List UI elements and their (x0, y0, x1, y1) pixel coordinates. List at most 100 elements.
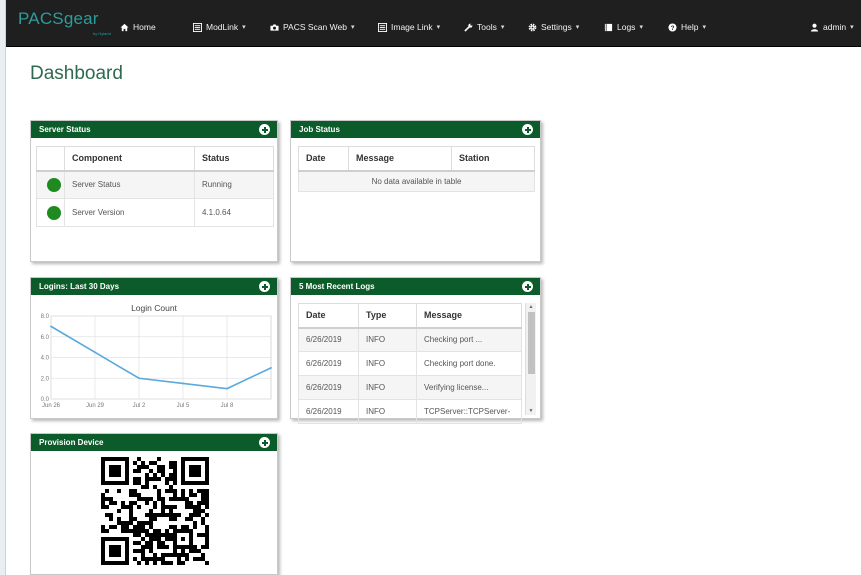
recent-logs-table: Date Type Message 6/26/2019 INFO Checkin… (298, 303, 522, 424)
nav-modlink[interactable]: ModLink ▾ (193, 22, 246, 32)
scroll-up-arrow-icon[interactable]: ▲ (526, 304, 536, 310)
log-message-cell: Checking port ... (416, 327, 522, 352)
nav-image-link[interactable]: Image Link ▾ (378, 22, 440, 32)
chevron-down-icon: ▾ (500, 24, 505, 31)
expand-plus-icon[interactable] (522, 281, 533, 292)
provision-device-title: Provision Device (39, 438, 104, 447)
nav-admin-label: admin (823, 22, 847, 32)
list-icon (193, 22, 202, 32)
log-message-cell: Verifying license... (416, 375, 522, 400)
table-row: No data available in table (298, 170, 535, 192)
chart-data-point (138, 377, 140, 380)
log-type-cell: INFO (358, 375, 417, 400)
nav-tools[interactable]: Tools ▾ (464, 22, 504, 32)
table-row[interactable]: 6/26/2019 INFO Checking port done. (298, 351, 522, 376)
table-row[interactable]: 6/26/2019 INFO TCPServer::TCPServer- (298, 399, 522, 424)
logins-title: Logins: Last 30 Days (39, 282, 120, 291)
status-ok-dot-icon (47, 178, 61, 193)
brand-logo[interactable]: PACSgear (18, 9, 99, 29)
page-title: Dashboard (30, 63, 123, 84)
provision-device-panel: Provision Device (30, 433, 278, 575)
status-cell: 4.1.0.64 (194, 198, 274, 227)
table-row[interactable]: Server Status Running (36, 170, 274, 199)
expand-plus-icon[interactable] (259, 124, 270, 135)
server-status-title: Server Status (39, 125, 91, 134)
chart-x-tick-label: Jul 2 (133, 403, 146, 409)
nav-admin-user[interactable]: admin ▾ (810, 22, 854, 32)
top-navbar: PACSgear by Hyland Home ModLink ▾ PACS S… (6, 0, 861, 47)
status-ok-dot-icon (47, 206, 61, 220)
scrollbar-thumb[interactable] (528, 312, 535, 374)
server-status-panel: Server Status Component Status Server St… (30, 120, 278, 262)
svg-text:?: ? (671, 25, 675, 32)
chart-x-tick-label: Jun 29 (86, 403, 105, 409)
logins-panel: Logins: Last 30 Days Login Count 0.0 2.0 4… (30, 277, 278, 419)
chart-x-tick-label: Jul 8 (221, 403, 234, 409)
scroll-down-arrow-icon[interactable]: ▼ (526, 408, 536, 414)
chart-x-tick-label: Jun 26 (42, 403, 61, 409)
chart-y-tick-label: 8.0 (41, 314, 50, 320)
log-date-cell: 6/26/2019 (298, 351, 359, 376)
chart-data-point (270, 366, 272, 369)
table-row[interactable]: 6/26/2019 INFO Checking port ... (298, 327, 522, 352)
log-date-cell: 6/26/2019 (298, 399, 359, 424)
home-icon (120, 23, 129, 31)
column-header-indicator[interactable] (36, 146, 65, 172)
chevron-down-icon: ▾ (436, 24, 441, 31)
chart-y-tick-label: 2.0 (41, 376, 50, 382)
chevron-down-icon: ▾ (350, 24, 355, 31)
nav-help-label: Help (681, 22, 699, 32)
nav-pacs-scan-web[interactable]: PACS Scan Web ▾ (270, 22, 354, 32)
column-header-type[interactable]: Type (358, 303, 417, 329)
brand-tagline: by Hyland (93, 31, 111, 36)
expand-plus-icon[interactable] (259, 437, 270, 448)
table-row[interactable]: 6/26/2019 INFO Verifying license... (298, 375, 522, 400)
nav-image-link-label: Image Link (391, 22, 433, 32)
nav-modlink-label: ModLink (206, 22, 239, 32)
expand-plus-icon[interactable] (259, 281, 270, 292)
list-icon (378, 22, 387, 32)
empty-table-message: No data available in table (298, 170, 535, 192)
chart-data-point (94, 351, 96, 354)
qr-code-image (101, 457, 209, 565)
wrench-icon (464, 23, 473, 32)
column-header-station[interactable]: Station (451, 146, 535, 172)
expand-plus-icon[interactable] (522, 124, 533, 135)
logins-header: Logins: Last 30 Days (31, 278, 277, 295)
column-header-message[interactable]: Message (416, 303, 522, 329)
column-header-component[interactable]: Component (64, 146, 195, 172)
chart-x-tick-label: Jul 5 (177, 403, 190, 409)
server-status-header: Server Status (31, 121, 277, 138)
job-status-panel: Job Status Date Message Station No data … (290, 120, 541, 262)
column-header-status[interactable]: Status (194, 146, 274, 172)
chart-y-tick-label: 6.0 (41, 335, 50, 341)
provision-device-header: Provision Device (31, 434, 277, 451)
chart-y-tick-label: 4.0 (41, 356, 50, 362)
left-window-edge (0, 0, 6, 575)
column-header-date[interactable]: Date (298, 146, 349, 172)
job-status-table: Date Message Station No data available i… (298, 146, 535, 192)
nav-logs[interactable]: Logs ▾ (604, 22, 643, 32)
chevron-down-icon: ▾ (850, 24, 854, 31)
nav-settings[interactable]: Settings ▾ (528, 22, 579, 32)
chevron-down-icon: ▾ (639, 24, 643, 31)
chart-data-point (226, 387, 228, 390)
nav-help[interactable]: ? Help ▾ (668, 22, 706, 32)
column-header-date[interactable]: Date (298, 303, 359, 329)
status-indicator-cell (36, 198, 65, 227)
log-message-cell: Checking port done. (416, 351, 522, 376)
logs-scrollbar[interactable]: ▲ ▼ (525, 303, 536, 415)
camera-icon (270, 23, 279, 31)
log-type-cell: INFO (358, 351, 417, 376)
nav-pacs-scan-web-label: PACS Scan Web (283, 22, 347, 32)
gear-icon (528, 23, 537, 31)
nav-logs-label: Logs (617, 22, 636, 32)
recent-logs-header: 5 Most Recent Logs (291, 278, 540, 295)
status-indicator-cell (36, 170, 65, 199)
nav-settings-label: Settings (541, 22, 572, 32)
column-header-message[interactable]: Message (348, 146, 452, 172)
table-row[interactable]: Server Version 4.1.0.64 (36, 198, 274, 227)
nav-home[interactable]: Home (120, 22, 156, 32)
log-type-cell: INFO (358, 327, 417, 352)
component-cell: Server Version (64, 198, 195, 227)
